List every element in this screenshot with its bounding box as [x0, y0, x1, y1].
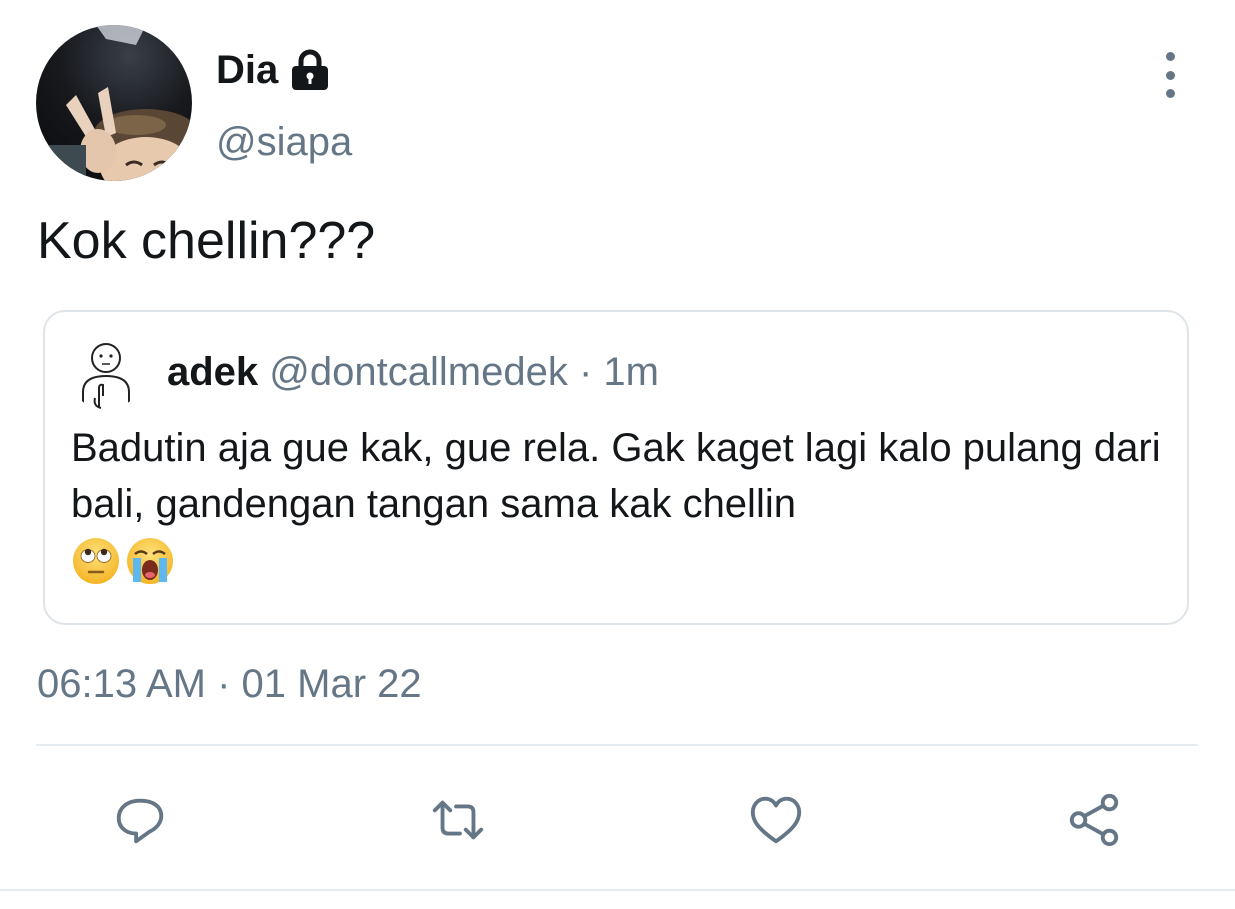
- divider: [36, 744, 1198, 746]
- author-display-name: Dia: [216, 48, 279, 92]
- more-dot-icon: [1165, 89, 1175, 98]
- more-dot-icon: [1165, 52, 1175, 61]
- reply-icon: [116, 798, 164, 844]
- quoted-tweet-card[interactable]: adek @dontcallmedek · 1m Badutin aja gue…: [43, 310, 1189, 625]
- like-icon: [750, 796, 802, 844]
- loudly-crying-face-emoji: [127, 538, 173, 584]
- tweet-timestamp[interactable]: 06:13 AM · 01 Mar 22: [37, 660, 422, 708]
- cartoon-avatar-icon: [69, 336, 143, 410]
- quoted-tweet-header: adek @dontcallmedek · 1m: [167, 348, 659, 396]
- quoted-author-name: adek: [167, 350, 259, 394]
- more-options-button[interactable]: [1150, 52, 1190, 98]
- face-with-rolling-eyes-emoji: [73, 538, 119, 584]
- share-button[interactable]: [1064, 790, 1124, 850]
- retweet-icon: [432, 800, 484, 840]
- author-name[interactable]: Dia: [216, 46, 332, 94]
- tweet-text: Kok chellin???: [37, 212, 376, 270]
- quoted-tweet-text-block: Badutin aja gue kak, gue rela. Gak kaget…: [71, 420, 1171, 586]
- lock-icon: [288, 48, 332, 92]
- author-avatar[interactable]: [36, 25, 192, 181]
- more-dot-icon: [1165, 70, 1175, 80]
- retweet-button[interactable]: [428, 790, 488, 850]
- quoted-author-handle-time: @dontcallmedek · 1m: [269, 350, 659, 394]
- emoji-row: [71, 536, 1171, 586]
- reply-button[interactable]: [110, 790, 170, 850]
- share-icon: [1069, 793, 1119, 847]
- quoted-author-avatar[interactable]: [69, 336, 143, 410]
- divider: [0, 889, 1235, 891]
- tweet-detail: Dia @siapa Kok chellin??? adek @dontcall…: [0, 0, 1235, 909]
- quoted-tweet-text: Badutin aja gue kak, gue rela. Gak kaget…: [71, 426, 1161, 526]
- author-handle[interactable]: @siapa: [216, 118, 352, 166]
- avatar-photo: [36, 25, 192, 181]
- like-button[interactable]: [746, 790, 806, 850]
